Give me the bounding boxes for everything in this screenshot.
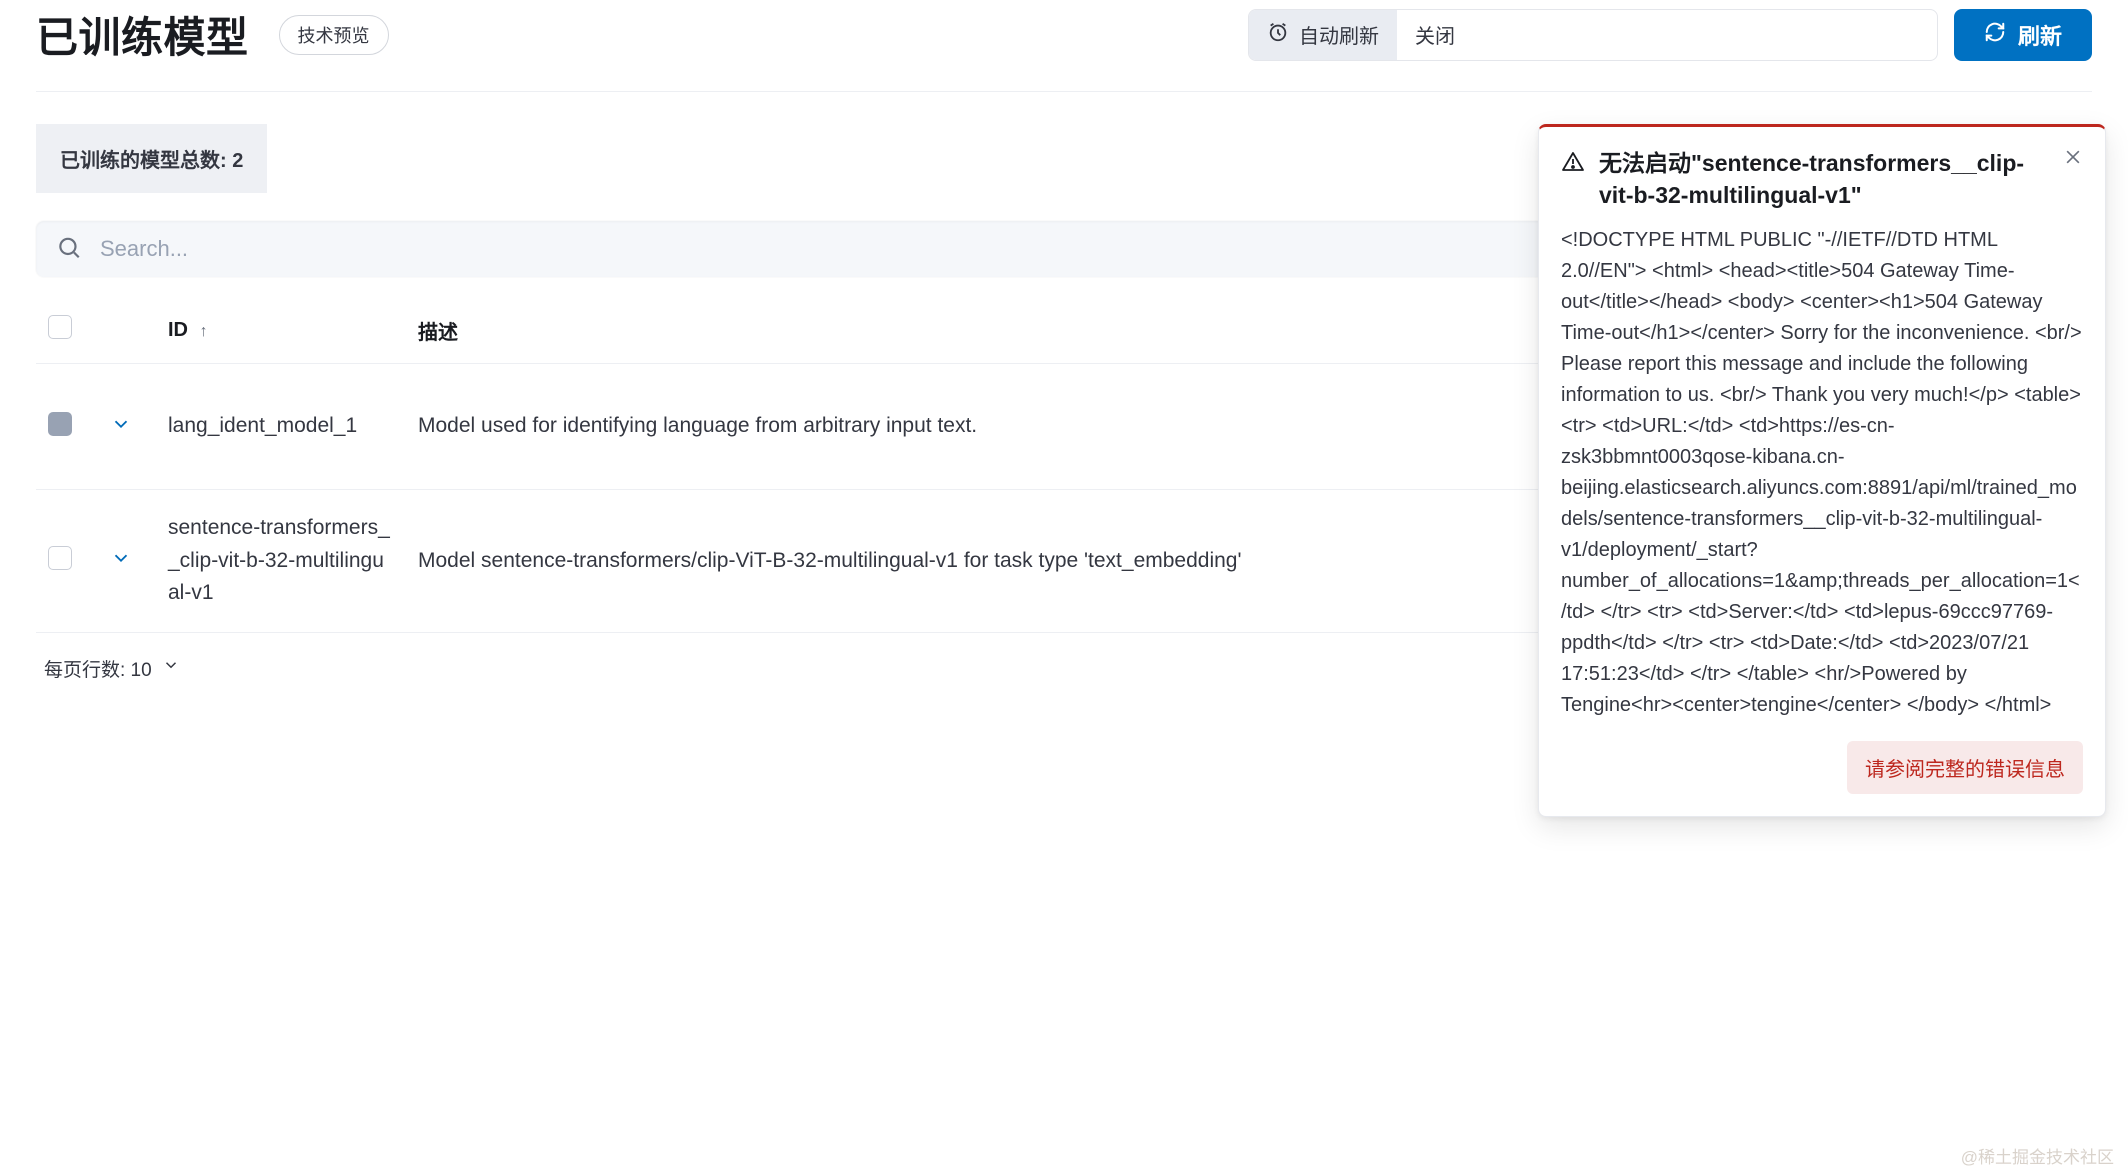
see-full-error-button[interactable]: 请参阅完整的错误信息 xyxy=(1847,741,2083,794)
model-description-cell: Model sentence-transformers/clip-ViT-B-3… xyxy=(406,490,1642,633)
refresh-icon xyxy=(1984,21,2006,49)
header-divider xyxy=(36,91,2092,92)
auto-refresh-label: 自动刷新 xyxy=(1299,20,1379,49)
row-checkbox[interactable] xyxy=(48,546,72,570)
model-id-cell: lang_ident_model_1 xyxy=(156,364,406,490)
sort-asc-icon: ↑ xyxy=(200,323,208,340)
chevron-down-icon xyxy=(162,656,180,680)
watermark: @稀土掘金技术社区 xyxy=(1961,1143,2114,1168)
close-icon[interactable] xyxy=(2063,147,2083,170)
auto-refresh-label-cell: 自动刷新 xyxy=(1249,10,1397,60)
tech-preview-badge: 技术预览 xyxy=(279,15,389,55)
model-id-cell: sentence-transformers__clip-vit-b-32-mul… xyxy=(156,490,406,633)
search-icon xyxy=(56,235,82,264)
expand-row-button[interactable] xyxy=(110,413,132,435)
refresh-button[interactable]: 刷新 xyxy=(1954,9,2092,61)
page-header: 已训练模型 技术预览 自动刷新 关闭 刷新 xyxy=(36,4,2092,83)
auto-refresh-value[interactable]: 关闭 xyxy=(1397,10,1937,60)
row-checkbox[interactable] xyxy=(48,412,72,436)
expand-row-button[interactable] xyxy=(110,547,132,569)
rows-per-page-label: 每页行数: 10 xyxy=(44,655,152,682)
error-toast-title: 无法启动"sentence-transformers__clip-vit-b-3… xyxy=(1599,147,2049,211)
refresh-button-label: 刷新 xyxy=(2018,19,2062,51)
error-toast: 无法启动"sentence-transformers__clip-vit-b-3… xyxy=(1538,124,2106,817)
model-count-badge: 已训练的模型总数: 2 xyxy=(36,124,267,193)
clock-refresh-icon xyxy=(1267,21,1289,49)
model-description-cell: Model used for identifying language from… xyxy=(406,364,1642,490)
page-title: 已训练模型 xyxy=(36,4,249,65)
auto-refresh-control[interactable]: 自动刷新 关闭 xyxy=(1248,9,1938,61)
error-toast-body: <!DOCTYPE HTML PUBLIC "-//IETF//DTD HTML… xyxy=(1561,225,2083,721)
column-select-all[interactable] xyxy=(36,297,98,364)
select-all-checkbox[interactable] xyxy=(48,315,72,339)
column-id[interactable]: ID ↑ xyxy=(156,297,406,364)
warning-icon xyxy=(1561,150,1585,177)
column-description[interactable]: 描述 xyxy=(406,297,1642,364)
